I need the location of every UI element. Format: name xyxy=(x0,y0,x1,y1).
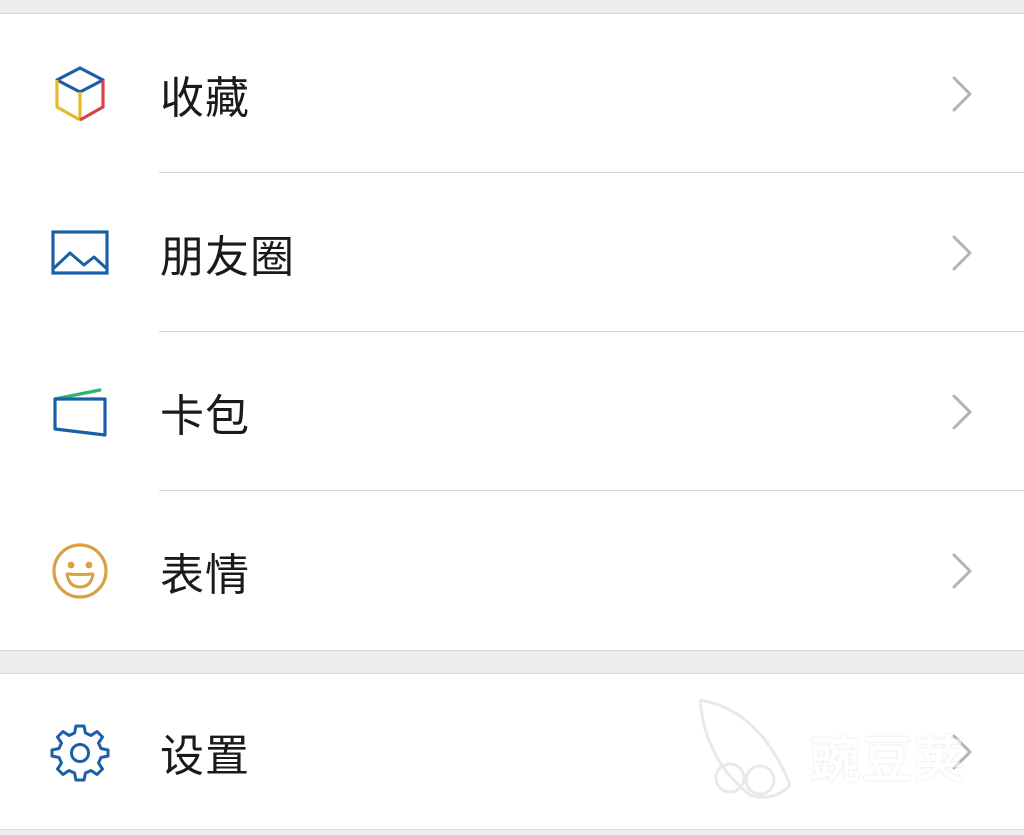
section-gap xyxy=(0,651,1024,673)
card-wallet-icon xyxy=(50,382,110,442)
chevron-right-icon xyxy=(950,392,974,432)
menu-item-label: 设置 xyxy=(160,730,250,782)
favorites-cube-icon xyxy=(50,64,110,124)
menu-group-settings: 设置 xyxy=(0,673,1024,830)
moments-photo-icon xyxy=(50,223,110,283)
menu-item-card-wallet[interactable]: 卡包 xyxy=(0,332,1024,491)
menu-item-label: 收藏 xyxy=(160,72,250,124)
menu-item-stickers[interactable]: 表情 xyxy=(0,491,1024,650)
chevron-right-icon xyxy=(950,732,974,772)
menu-item-favorites[interactable]: 收藏 xyxy=(0,14,1024,173)
menu-item-label: 表情 xyxy=(160,549,250,601)
chevron-right-icon xyxy=(950,74,974,114)
chevron-right-icon xyxy=(950,551,974,591)
menu-item-label: 朋友圈 xyxy=(160,231,295,283)
menu-group-main: 收藏 朋友圈 卡包 表情 xyxy=(0,14,1024,651)
chevron-right-icon xyxy=(950,233,974,273)
gear-icon xyxy=(50,722,110,782)
menu-item-settings[interactable]: 设置 xyxy=(0,674,1024,829)
top-gap xyxy=(0,0,1024,14)
sticker-smiley-icon xyxy=(50,541,110,601)
menu-item-moments[interactable]: 朋友圈 xyxy=(0,173,1024,332)
menu-item-label: 卡包 xyxy=(160,390,250,442)
